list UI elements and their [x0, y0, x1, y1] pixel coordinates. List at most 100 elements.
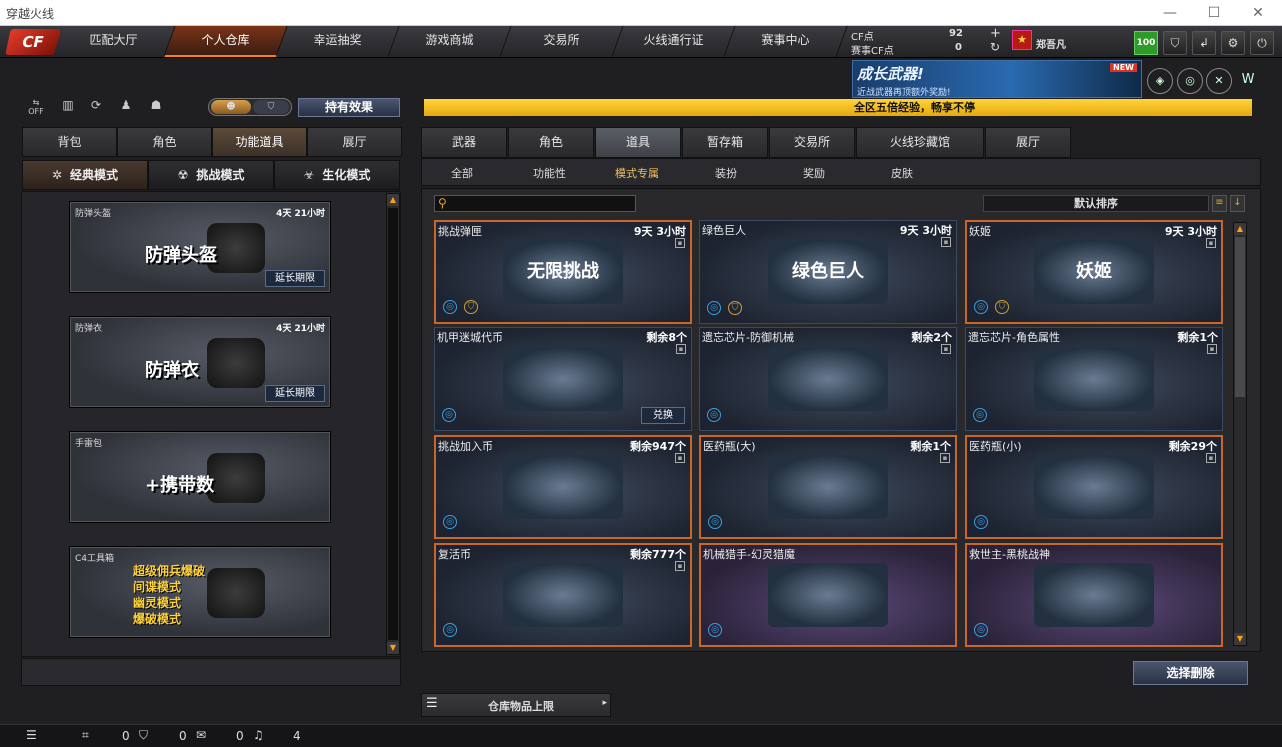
extend-button[interactable]: 延长期限 — [265, 270, 325, 287]
mode-tab[interactable]: ☣ 生化模式 — [274, 160, 400, 190]
scroll-down-arrow[interactable]: ▼ — [387, 642, 399, 654]
storage-limit-bar[interactable]: ☰ 仓库物品上限 ▸ — [421, 693, 611, 717]
cf-logo: CF — [5, 29, 61, 55]
nav-tab[interactable]: 幸运抽奖 — [276, 26, 400, 57]
item-name: 绿色巨人 — [702, 224, 746, 237]
right-scrollbar[interactable]: ▲ ▼ — [1233, 222, 1247, 646]
left-scrollbar[interactable]: ▲ ▼ — [386, 193, 400, 655]
right-tab[interactable]: 角色 — [508, 127, 594, 158]
mode-icon: ◎ — [974, 623, 988, 637]
stats-icon[interactable]: ▥ — [58, 98, 78, 118]
recharge-plus-icon[interactable]: + — [990, 26, 1001, 41]
item-card[interactable]: 绿色巨人 9天 3小时 ▪ 绿色巨人 ◎ ⛉ — [699, 220, 957, 324]
right-tab[interactable]: 交易所 — [769, 127, 855, 158]
nav-tab-label: 火线通行证 — [644, 33, 705, 47]
item-card[interactable]: 机甲迷城代币 剩余8个 ▪ ◎ 兑换 — [434, 327, 692, 431]
level-badge[interactable]: 100 — [1134, 31, 1158, 55]
character-icon[interactable]: ♟ — [116, 98, 136, 118]
badge-icon: ⛉ — [253, 100, 289, 114]
power-icon[interactable]: ⏻ — [1250, 31, 1274, 55]
shield-icon[interactable]: ⛉ — [1163, 31, 1187, 55]
subtab[interactable]: 功能性 — [533, 165, 566, 181]
settings-icon[interactable]: ⚙ — [1221, 31, 1245, 55]
right-tab[interactable]: 暂存箱 — [682, 127, 768, 158]
window-titlebar: 穿越火线 — ☐ ✕ — [0, 0, 1282, 26]
nav-tab[interactable]: 匹配大厅 — [52, 26, 176, 57]
nav-tab[interactable]: 赛事中心 — [724, 26, 848, 57]
equipment-card[interactable]: C4工具箱 超级佣兵爆破 间谍模式 幽灵模式 爆破模式 — [70, 547, 330, 637]
left-tab[interactable]: 背包 — [22, 127, 117, 157]
mode-line: 间谍模式 — [133, 580, 182, 594]
item-card[interactable]: 遗忘芯片-防御机械 剩余2个 ▪ ◎ — [699, 327, 957, 431]
item-card[interactable]: 医药瓶(小) 剩余29个 ▪ ◎ — [965, 435, 1223, 539]
right-tab[interactable]: 展厅 — [985, 127, 1071, 158]
close-button[interactable]: ✕ — [1238, 2, 1278, 24]
scroll-up-arrow[interactable]: ▲ — [1234, 223, 1246, 235]
nav-tab[interactable]: 游戏商城 — [388, 26, 512, 57]
nav-tab[interactable]: 个人仓库 — [164, 26, 288, 57]
globe-icon[interactable]: ◎ — [1177, 68, 1203, 94]
wings-icon[interactable]: W — [1235, 68, 1261, 94]
right-scroll-thumb[interactable] — [1235, 237, 1245, 397]
item-card[interactable]: 挑战加入币 剩余947个 ▪ ◎ — [434, 435, 692, 539]
extend-button[interactable]: 延长期限 — [265, 385, 325, 402]
select-delete-button[interactable]: 选择删除 — [1133, 661, 1248, 685]
equipment-card[interactable]: 手雷包 +携带数 — [70, 432, 330, 522]
right-tab[interactable]: 道具 — [595, 127, 681, 158]
left-tab[interactable]: 角色 — [117, 127, 212, 157]
left-tab[interactable]: 功能道具 — [212, 127, 307, 157]
redeem-button[interactable]: 兑换 — [641, 407, 685, 424]
cycle-icon[interactable]: ⟳ — [86, 98, 106, 118]
item-card[interactable]: 医药瓶(大) 剩余1个 ▪ ◎ — [699, 435, 957, 539]
return-icon[interactable]: ↲ — [1192, 31, 1216, 55]
nav-tab-label: 交易所 — [544, 33, 581, 47]
honor-badge-icon[interactable]: ◈ — [1147, 68, 1173, 94]
growth-weapon-banner[interactable]: 成长武器! 近战武器再顶额外奖励! NEW — [852, 60, 1142, 98]
equipment-card[interactable]: 防弹衣 4天 21小时 防弹衣 延长期限 — [70, 317, 330, 407]
mode-tab[interactable]: ✲ 经典模式 — [22, 160, 148, 190]
view-toggle[interactable]: ☻ ⛉ — [208, 98, 292, 116]
mode-tab[interactable]: ☢ 挑战模式 — [148, 160, 274, 190]
item-card[interactable]: 救世主-黑桃战神 ◎ — [965, 543, 1223, 647]
maximize-button[interactable]: ☐ — [1194, 2, 1234, 24]
search-input[interactable]: ⚲ — [434, 195, 636, 212]
subtab[interactable]: 全部 — [451, 165, 473, 181]
refresh-icon[interactable]: ↻ — [990, 40, 1000, 54]
nav-tab[interactable]: 火线通行证 — [612, 26, 736, 57]
item-card[interactable]: 复活币 剩余777个 ▪ ◎ — [434, 543, 692, 647]
mode-label: 挑战模式 — [196, 168, 245, 182]
item-name: 挑战加入币 — [438, 440, 493, 453]
left-tab[interactable]: 展厅 — [307, 127, 402, 157]
item-card[interactable]: 机械猎手-幻灵猎魔 ◎ — [699, 543, 957, 647]
equipment-caption: 防弹头盔 — [145, 245, 217, 266]
item-name: 医药瓶(小) — [969, 440, 1022, 453]
toggle-off-label: OFF — [28, 107, 44, 116]
mode-icon: ◎ — [974, 515, 988, 529]
stat-value-2: 0 — [179, 729, 187, 743]
equipment-card[interactable]: 防弹头盔 4天 21小时 防弹头盔 延长期限 — [70, 202, 330, 292]
window-title: 穿越火线 — [6, 7, 55, 21]
effects-button[interactable]: 持有效果 — [298, 98, 400, 117]
nav-tab[interactable]: 交易所 — [500, 26, 624, 57]
scroll-down-arrow[interactable]: ▼ — [1234, 633, 1246, 645]
minimize-button[interactable]: — — [1150, 2, 1190, 24]
left-scroll-thumb[interactable] — [388, 208, 398, 640]
list-icon[interactable]: ☰ — [26, 728, 37, 742]
subtab[interactable]: 奖励 — [803, 165, 825, 181]
list-view-icon[interactable]: ≡ — [1212, 195, 1227, 212]
subtab[interactable]: 模式专属 — [615, 165, 659, 181]
item-count: 剩余1个 — [910, 440, 951, 453]
toggle-off-icon[interactable]: ⇆ OFF — [26, 98, 46, 118]
subtab[interactable]: 装扮 — [715, 165, 737, 181]
subtab[interactable]: 皮肤 — [891, 165, 913, 181]
bag-icon[interactable]: ☗ — [146, 98, 166, 118]
right-tab[interactable]: 火线珍藏馆 — [856, 127, 984, 158]
sort-dropdown[interactable]: 默认排序 — [983, 195, 1209, 212]
right-tab[interactable]: 武器 — [421, 127, 507, 158]
item-card[interactable]: 妖姬 9天 3小时 ▪ 妖姬 ◎ ⛉ — [965, 220, 1223, 324]
item-card[interactable]: 挑战弹匣 9天 3小时 ▪ 无限挑战 ◎ ⛉ — [434, 220, 692, 324]
scroll-up-arrow[interactable]: ▲ — [387, 194, 399, 206]
item-card[interactable]: 遗忘芯片-角色属性 剩余1个 ▪ ◎ — [965, 327, 1223, 431]
crossed-swords-icon[interactable]: ✕ — [1206, 68, 1232, 94]
sort-direction-icon[interactable]: ↓ — [1230, 195, 1245, 212]
